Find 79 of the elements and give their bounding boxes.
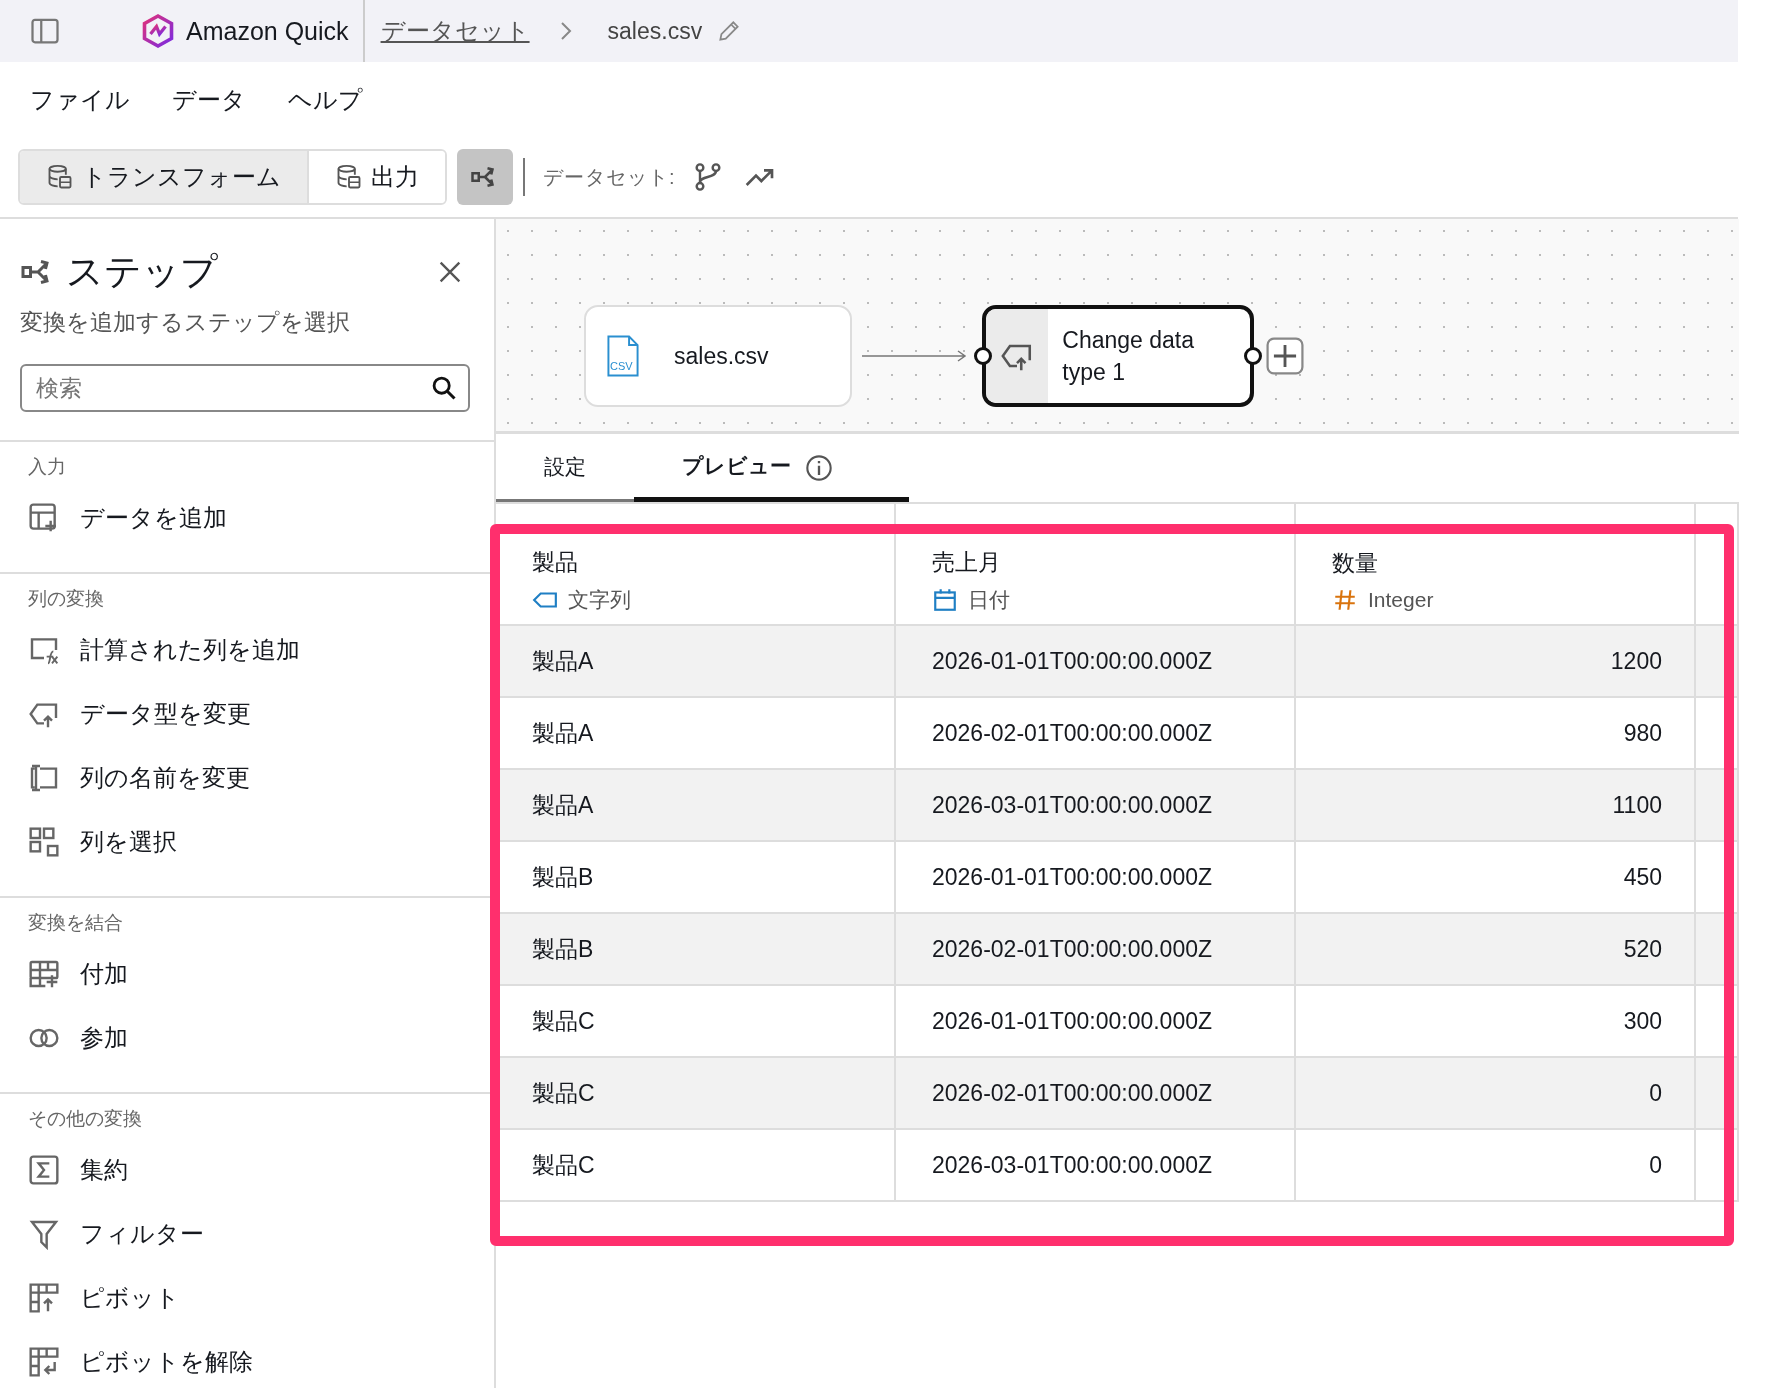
flow-node[interactable]: Change data type 1 (982, 305, 1254, 407)
table-cell: 製品A (496, 626, 896, 696)
table-cell: 1100 (1296, 770, 1696, 840)
view-tab[interactable]: 出力 (307, 151, 445, 203)
view-tab[interactable]: トランスフォーム (20, 151, 307, 203)
step-item[interactable]: 計算された列を追加 (0, 618, 494, 682)
info-icon[interactable] (805, 454, 833, 482)
step-item[interactable]: 列を選択 (0, 810, 494, 874)
table-cell: 製品B (496, 914, 896, 984)
flow-node[interactable]: CSV sales.csv (584, 305, 852, 407)
table-cell: 2026-03-01T00:00:00.000Z (896, 1130, 1296, 1200)
table-cell: 製品A (496, 698, 896, 768)
column-type: 文字列 (568, 586, 631, 613)
step-item[interactable]: ピボットを解除 (0, 1330, 494, 1388)
sigma-icon (28, 1154, 60, 1186)
table-cell: 1200 (1296, 626, 1696, 696)
input-port[interactable] (974, 347, 992, 365)
table-cell: 520 (1296, 914, 1696, 984)
table-cell: 2026-01-01T00:00:00.000Z (896, 626, 1296, 696)
table-cell: 2026-02-01T00:00:00.000Z (896, 698, 1296, 768)
search-field[interactable]: 検索 (20, 364, 470, 412)
section-label: 列の変換 (27, 587, 105, 611)
step-item[interactable]: 参加 (0, 1006, 494, 1070)
table-cell: 0 (1296, 1058, 1696, 1128)
menu-item[interactable]: ヘルプ (288, 83, 363, 116)
step-item[interactable]: フィルター (0, 1202, 494, 1266)
hexagon-logo-icon (140, 13, 176, 49)
calendar-icon (932, 586, 958, 613)
output-port[interactable] (1244, 347, 1262, 365)
database-icon (46, 163, 74, 191)
app-name: Amazon Quick (186, 16, 349, 46)
column-type: 日付 (968, 586, 1010, 613)
table-cell: 製品C (496, 986, 896, 1056)
table-cell: 980 (1296, 698, 1696, 768)
grid-icon (28, 826, 60, 858)
section-label: 変換を結合 (27, 911, 124, 935)
table-cell: 450 (1296, 842, 1696, 912)
column-name: 売上月 (932, 547, 1002, 577)
step-item[interactable]: データを追加 (0, 486, 494, 550)
file-name: sales.csv (607, 17, 703, 45)
column-name: 数量 (1332, 548, 1379, 578)
table-cell: 2026-01-01T00:00:00.000Z (896, 842, 1296, 912)
step-item[interactable]: データ型を変更 (0, 682, 494, 746)
text-cursor-icon (28, 762, 60, 794)
step-item[interactable]: 集約 (0, 1138, 494, 1202)
table-cell: 300 (1296, 986, 1696, 1056)
sidebar-toggle-icon[interactable] (30, 16, 60, 46)
step-item[interactable]: 列の名前を変更 (0, 746, 494, 810)
step-item[interactable]: 付加 (0, 942, 494, 1006)
menu-item[interactable]: ファイル (30, 83, 130, 116)
menu-item[interactable]: データ (172, 83, 246, 116)
step-item[interactable]: ピボット (0, 1266, 494, 1330)
detail-tab[interactable]: プレビュー (634, 434, 909, 502)
dataset-label: データセット: (543, 164, 676, 190)
pivot-icon (28, 1282, 60, 1314)
add-step-icon[interactable] (1266, 337, 1304, 375)
panel-subtitle: 変換を追加するステップを選択 (19, 308, 351, 337)
table-cell: 製品B (496, 842, 896, 912)
database-icon (335, 163, 363, 191)
table-cell: 製品C (496, 1130, 896, 1200)
section-label: 入力 (27, 455, 67, 479)
panel-title: ステップ (66, 250, 219, 294)
flow-view-button[interactable] (457, 149, 513, 205)
unpivot-icon (28, 1346, 60, 1378)
section-label: その他の変換 (27, 1107, 143, 1131)
table-cell: 2026-02-01T00:00:00.000Z (896, 1058, 1296, 1128)
table-cell: 製品C (496, 1058, 896, 1128)
table-cell: 2026-03-01T00:00:00.000Z (896, 770, 1296, 840)
detail-tab[interactable]: 設定 (496, 434, 634, 502)
table-cell: 2026-02-01T00:00:00.000Z (896, 914, 1296, 984)
table-cell: 2026-01-01T00:00:00.000Z (896, 986, 1296, 1056)
table-cell: 製品A (496, 770, 896, 840)
table-cell: 0 (1296, 1130, 1696, 1200)
breadcrumb-link[interactable]: データセット (380, 15, 530, 47)
filter-icon (28, 1218, 60, 1250)
table-plus-icon (28, 958, 60, 990)
column-name: 製品 (532, 547, 579, 577)
search-icon[interactable] (430, 374, 458, 402)
column-type: Integer (1368, 587, 1434, 612)
